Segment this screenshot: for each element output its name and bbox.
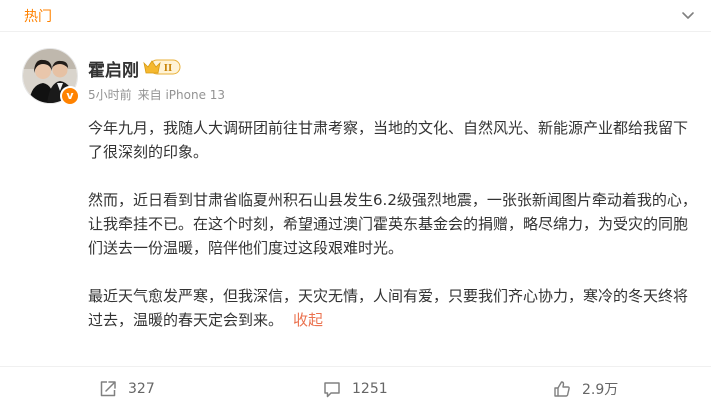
repost-button[interactable]: 327 [98,377,155,401]
verified-badge-icon: v [60,86,80,106]
like-button[interactable]: 2.9万 [552,377,618,401]
feed-header: 热门 [0,0,711,32]
crown-badge-icon[interactable]: II [142,57,182,77]
action-bar: 327 1251 2.9万 [0,366,711,411]
weibo-post-card: 热门 v 霍启刚 II 5小时前 来自 iPhone 13 今年九月，我随人大调… [0,0,711,411]
avatar[interactable]: v [22,48,80,106]
post-paragraph: 今年九月，我随人大调研团前往甘肃考察，当地的文化、自然风光、新能源产业都给我留下… [88,119,689,161]
level-badge-text: II [164,64,172,74]
post-content: 今年九月，我随人大调研团前往甘肃考察，当地的文化、自然风光、新能源产业都给我留下… [88,116,698,332]
comment-count: 1251 [352,381,388,397]
chevron-down-icon[interactable] [679,6,697,24]
post-meta: 5小时前 来自 iPhone 13 [88,86,225,103]
thumb-up-icon [554,381,570,397]
repost-count: 327 [128,381,155,397]
comment-icon [324,382,340,398]
collapse-link[interactable]: 收起 [293,311,323,329]
post-paragraph-last: 最近天气愈发严寒，但我深信，天灾无情，人间有爱，只要我们齐心协力，寒冷的冬天终将… [88,284,698,332]
post-paragraph-text: 最近天气愈发严寒，但我深信，天灾无情，人间有爱，只要我们齐心协力，寒冷的冬天终将… [88,287,689,329]
repost-icon [100,381,116,397]
comment-button[interactable]: 1251 [322,377,388,401]
hot-tab-label: 热门 [24,9,52,25]
author-name[interactable]: 霍启刚 [88,56,139,81]
like-count: 2.9万 [582,382,619,398]
post-time[interactable]: 5小时前 [88,88,132,102]
post-paragraph: 然而，近日看到甘肃省临夏州积石山县发生6.2级强烈地震，一张张新闻图片牵动着我的… [88,191,697,257]
post-source: 来自 iPhone 13 [137,88,226,102]
